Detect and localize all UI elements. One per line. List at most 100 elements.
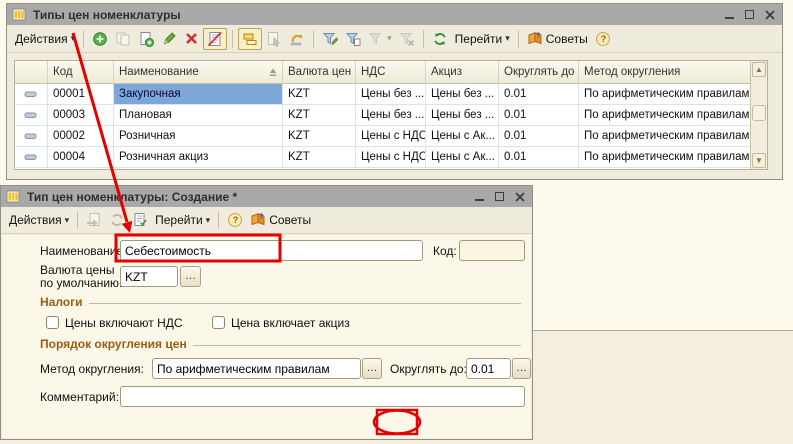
item-marker-icon — [24, 132, 38, 141]
svg-text:?: ? — [233, 215, 239, 225]
column-header-round[interactable]: Округлять до — [499, 61, 579, 83]
tips-button[interactable]: ? Советы — [524, 29, 591, 49]
vertical-scrollbar[interactable]: ▲ ▼ — [750, 61, 767, 169]
refresh-icon — [432, 31, 448, 47]
comment-input[interactable] — [120, 386, 525, 407]
post-button[interactable] — [129, 210, 151, 230]
filter-by-value-button[interactable] — [342, 29, 364, 49]
scrollbar-thumb[interactable] — [752, 105, 766, 121]
comment-label: Комментарий: — [40, 390, 119, 404]
close-icon[interactable] — [515, 192, 525, 202]
delete-x-icon — [184, 31, 199, 46]
table-row[interactable]: 00004 Розничная акциз KZT Цены с НДС Цен… — [15, 147, 752, 168]
price-types-table: Код Наименование Валюта цен НДС Акциз Ок… — [14, 60, 768, 170]
minimize-icon[interactable] — [475, 193, 484, 201]
column-header-method[interactable]: Метод округления — [579, 61, 752, 83]
column-header-vat[interactable]: НДС — [356, 61, 426, 83]
copy-button[interactable] — [112, 29, 134, 49]
currency-picker-button[interactable]: … — [180, 266, 201, 287]
tips-button[interactable]: ? Советы — [247, 210, 314, 230]
dialog-titlebar[interactable]: Тип цен номенклатуры: Создание * — [1, 186, 532, 207]
current-cell[interactable]: Закупочная — [114, 84, 283, 104]
price-types-list-window: Типы цен номенклатуры Действия ▾ — [6, 3, 783, 180]
table-row[interactable]: 00002 Розничная KZT Цены с НДС Цены с Ак… — [15, 126, 752, 147]
column-header-currency[interactable]: Валюта цен — [283, 61, 356, 83]
scroll-down-icon[interactable]: ▼ — [752, 153, 766, 168]
vat-included-checkbox[interactable] — [46, 316, 59, 329]
name-input[interactable] — [120, 240, 423, 261]
catalog-icon — [6, 189, 21, 204]
add-icon — [92, 31, 108, 47]
svg-text:?: ? — [536, 32, 540, 39]
hierarchy-view-button[interactable] — [238, 28, 262, 50]
code-input[interactable] — [459, 240, 525, 261]
funnel-history-icon — [368, 31, 384, 47]
column-header-excise[interactable]: Акциз — [426, 61, 499, 83]
chevron-down-icon: ▾ — [505, 33, 510, 44]
actions-menu-button[interactable]: Действия ▾ — [6, 211, 72, 229]
method-input[interactable] — [152, 358, 361, 379]
column-header-name[interactable]: Наименование — [114, 61, 283, 83]
move-to-group-button[interactable] — [263, 29, 285, 49]
item-marker-icon — [24, 90, 38, 99]
goto-menu-button[interactable]: Перейти ▾ — [452, 30, 513, 48]
round-to-label: Округлять до: — [390, 362, 467, 376]
funnel-value-icon — [345, 31, 361, 47]
sort-ascending-icon — [268, 67, 278, 77]
clear-filter-button[interactable] — [396, 29, 418, 49]
filter-history-button[interactable]: ▾ — [365, 29, 395, 49]
filter-sort-button[interactable] — [319, 29, 341, 49]
currency-input[interactable] — [120, 266, 178, 287]
list-toolbar: Действия ▾ — [7, 25, 782, 53]
save-doc-icon — [86, 212, 102, 228]
table-row[interactable]: 00003 Плановая KZT Цены без ... Цены без… — [15, 105, 752, 126]
actions-menu-button[interactable]: Действия ▾ — [12, 30, 78, 48]
list-window-title: Типы цен номенклатуры — [33, 8, 181, 22]
table-row[interactable]: 00001 Закупочная KZT Цены без ... Цены б… — [15, 84, 752, 105]
scroll-up-icon[interactable]: ▲ — [752, 62, 766, 77]
maximize-icon[interactable] — [745, 10, 754, 19]
tips-book-icon: ? — [250, 212, 266, 228]
write-doc-icon — [132, 212, 148, 228]
undo-arrow-icon — [289, 31, 305, 47]
save-button[interactable] — [83, 210, 105, 230]
column-header-marker[interactable] — [15, 61, 48, 83]
help-icon: ? — [227, 212, 243, 228]
tips-book-icon: ? — [527, 31, 543, 47]
move-item-icon — [266, 31, 282, 47]
maximize-icon[interactable] — [495, 192, 504, 201]
add-group-button[interactable] — [135, 29, 157, 49]
round-to-picker-button[interactable]: … — [512, 358, 531, 379]
currency-label-line2: по умолчанию: — [40, 276, 122, 290]
help-icon: ? — [595, 31, 611, 47]
code-label: Код: — [433, 244, 457, 258]
delete-button[interactable] — [181, 29, 202, 48]
item-marker-icon — [24, 153, 38, 162]
add-button[interactable] — [89, 29, 111, 49]
column-header-code[interactable]: Код — [48, 61, 114, 83]
refresh-button[interactable] — [429, 29, 451, 49]
catalog-icon — [12, 7, 27, 22]
svg-text:?: ? — [259, 214, 263, 221]
chevron-down-icon: ▾ — [71, 33, 76, 44]
name-label: Наименование: — [40, 244, 127, 258]
help-button[interactable]: ? — [592, 29, 614, 49]
currency-label-line1: Валюта цены — [40, 263, 114, 277]
minimize-icon[interactable] — [725, 11, 734, 19]
edit-button[interactable] — [158, 29, 180, 49]
help-button[interactable]: ? — [224, 210, 246, 230]
method-picker-button[interactable]: … — [362, 358, 382, 379]
chevron-down-icon: ▾ — [65, 215, 70, 226]
list-window-titlebar[interactable]: Типы цен номенклатуры — [7, 4, 782, 25]
goto-menu-button[interactable]: Перейти ▾ — [152, 211, 213, 229]
taxes-section-header: Налоги — [40, 295, 521, 309]
table-header-row: Код Наименование Валюта цен НДС Акциз Ок… — [15, 61, 752, 84]
vat-checkbox-label: Цены включают НДС — [65, 316, 183, 330]
excise-checkbox-label: Цена включает акциз — [231, 316, 350, 330]
deletion-mark-filter-button[interactable] — [203, 28, 227, 50]
excise-included-checkbox[interactable] — [212, 316, 225, 329]
undo-button[interactable] — [286, 29, 308, 49]
close-icon[interactable] — [765, 10, 775, 20]
reread-button[interactable] — [106, 210, 128, 230]
round-to-input[interactable] — [466, 358, 511, 379]
